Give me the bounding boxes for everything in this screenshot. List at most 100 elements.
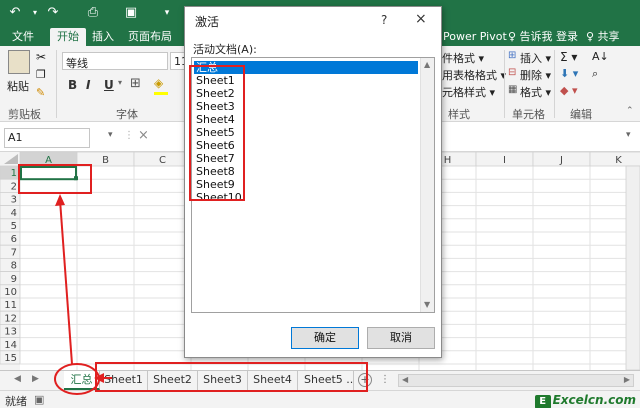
watermark-logo: E Excelcn.com (534, 391, 636, 408)
divider (504, 50, 505, 118)
add-sheet-button[interactable]: + (358, 373, 372, 387)
document-list[interactable]: 汇总 Sheet1 Sheet2 Sheet3 Sheet4 Sheet5 Sh… (191, 57, 435, 313)
sheet-tab-5[interactable]: Sheet5 ... (298, 371, 354, 390)
underline-icon[interactable]: U (104, 78, 114, 92)
italic-icon[interactable]: I (86, 78, 90, 92)
scroll-down-icon[interactable]: ▼ (424, 300, 430, 309)
chevron-down-icon[interactable]: ▾ (626, 130, 631, 140)
share-button[interactable]: ♀ 共享 (586, 28, 620, 46)
font-group-label: 字体 (116, 108, 138, 121)
list-item[interactable]: Sheet8 (194, 165, 235, 178)
sort-filter-icon[interactable]: A↓ (592, 50, 609, 63)
customize-toolbar-icon[interactable]: ▾ (158, 4, 176, 22)
scroll-left-icon[interactable]: ◀ (402, 375, 408, 384)
row-header-label: 1 (11, 168, 17, 179)
paste-icon[interactable] (8, 50, 30, 74)
grip-icon: ⋮ (380, 374, 390, 385)
tab-power-pivot[interactable]: Power Pivot (443, 28, 507, 46)
conditional-format-button[interactable]: 件格式 ▾ (442, 50, 484, 66)
close-icon[interactable]: × (415, 11, 427, 27)
fill-handle (74, 176, 78, 181)
divider (554, 50, 555, 118)
sheet-tab-1[interactable]: Sheet1 (100, 371, 148, 390)
editing-group-label: 编辑 (570, 108, 592, 121)
scroll-up-icon[interactable]: ▲ (424, 60, 430, 69)
fill-color-icon[interactable]: ◈ (154, 76, 163, 90)
ok-button[interactable]: 确定 (291, 327, 359, 349)
clipboard-group-label: 剪贴板 (8, 108, 41, 121)
sheet-tab-4[interactable]: Sheet4 (248, 371, 298, 390)
format-painter-icon[interactable]: ✎ (36, 86, 45, 99)
cell-style-button[interactable]: 元格样式 ▾ (442, 84, 495, 100)
save-icon[interactable]: ▣ (122, 4, 140, 22)
column-header-label: K (615, 155, 622, 166)
delete-cells-icon: ⊟ (508, 67, 517, 78)
list-item[interactable]: Sheet2 (194, 87, 235, 100)
redo-icon[interactable]: ↷ (44, 4, 62, 22)
name-box[interactable]: A1 (4, 128, 90, 148)
row-header-label: 6 (11, 234, 17, 245)
sheet-tab-2[interactable]: Sheet2 (148, 371, 198, 390)
autosum-icon[interactable]: Σ ▾ (560, 50, 577, 64)
format-cells-button[interactable]: 格式 ▾ (520, 84, 551, 100)
help-icon[interactable]: ? (381, 13, 387, 27)
chevron-down-icon[interactable]: ▾ (108, 130, 113, 140)
chevron-down-icon[interactable]: ▾ (26, 4, 44, 22)
list-item[interactable]: Sheet4 (194, 113, 235, 126)
macro-record-icon[interactable]: ▣ (34, 393, 44, 406)
delete-cells-button[interactable]: 删除 ▾ (520, 67, 551, 83)
list-item[interactable]: Sheet3 (194, 100, 235, 113)
row-header-label: 12 (4, 313, 17, 324)
row-header-label: 13 (4, 327, 17, 338)
fill-icon[interactable]: ⬇ ▾ (560, 67, 578, 80)
vertical-scrollbar (625, 165, 640, 370)
login-link[interactable]: 登录 (556, 28, 578, 46)
sheet-tab-summary[interactable]: 汇总 (64, 371, 100, 390)
row-header-label: 2 (11, 181, 17, 192)
list-item[interactable]: Sheet9 (194, 178, 235, 191)
horizontal-scrollbar[interactable]: ◀ ▶ (398, 374, 634, 387)
clear-icon[interactable]: ◆ ▾ (560, 84, 577, 97)
list-item[interactable]: Sheet10 (194, 191, 242, 204)
row-header-label: 3 (11, 195, 17, 206)
tell-me-search[interactable]: ♀ 告诉我 (508, 28, 553, 46)
insert-cells-button[interactable]: 插入 ▾ (520, 50, 551, 66)
collapse-ribbon-icon[interactable]: ⌃ (626, 106, 634, 116)
table-format-button[interactable]: 用表格格式 ▾ (442, 67, 506, 83)
tab-file[interactable]: 文件 (12, 28, 34, 46)
cancel-button[interactable]: 取消 (367, 327, 435, 349)
column-header-label: A (45, 155, 52, 166)
row-header-label: 15 (4, 353, 17, 364)
list-item[interactable]: Sheet7 (194, 152, 235, 165)
activate-dialog: 激活 ? × 活动文档(A): 汇总 Sheet1 Sheet2 Sheet3 … (184, 6, 442, 358)
font-name-value: 等线 (66, 57, 88, 70)
cancel-icon[interactable]: × (138, 128, 149, 143)
list-item[interactable]: Sheet5 (194, 126, 235, 139)
list-item[interactable]: Sheet6 (194, 139, 235, 152)
prev-sheet-icon[interactable]: ◀ (14, 374, 21, 384)
vertical-scrollbar[interactable]: ▲ ▼ (420, 58, 434, 312)
next-sheet-icon[interactable]: ▶ (32, 374, 39, 384)
bold-icon[interactable]: B (68, 78, 77, 92)
copy-icon[interactable]: ❐ (36, 68, 46, 81)
paste-label[interactable]: 粘贴 (7, 78, 29, 94)
find-select-icon[interactable]: ⌕ (592, 67, 598, 81)
sheet-tab-bar: ◀ ▶ 汇总 Sheet1 Sheet2 Sheet3 Sheet4 Sheet… (0, 370, 640, 390)
cut-icon[interactable]: ✂ (36, 50, 46, 64)
row-header-label: 10 (4, 287, 17, 298)
list-item[interactable]: Sheet1 (194, 74, 235, 87)
scroll-right-icon[interactable]: ▶ (624, 375, 630, 384)
borders-icon[interactable]: ⊞ (130, 76, 141, 91)
row-header-label: 8 (11, 261, 17, 272)
sheet-tab-3[interactable]: Sheet3 (198, 371, 248, 390)
print-preview-icon[interactable]: ⎙ (84, 4, 102, 22)
list-item[interactable]: 汇总 (194, 61, 418, 74)
tab-page-layout[interactable]: 页面布局 (128, 28, 172, 46)
tab-insert[interactable]: 插入 (92, 28, 114, 46)
cells-group-label: 单元格 (512, 108, 545, 121)
active-cell (20, 166, 77, 181)
tab-home[interactable]: 开始 (50, 28, 86, 46)
undo-icon[interactable]: ↶ (6, 4, 24, 22)
font-name-select[interactable]: 等线 (62, 52, 168, 70)
chevron-down-icon[interactable]: ▾ (118, 78, 122, 87)
